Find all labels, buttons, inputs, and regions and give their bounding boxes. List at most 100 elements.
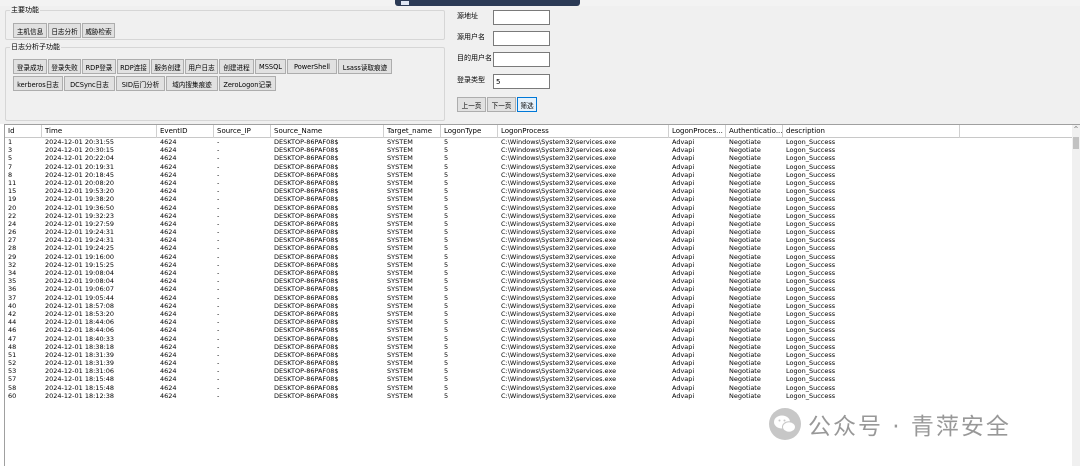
table-row[interactable]: 36 2024-12-01 19:06:07 4624 - DESKTOP-86PAF0…	[5, 285, 1073, 293]
logon-failure-button[interactable]: 登录失败	[48, 59, 81, 74]
table-row[interactable]: 58 2024-12-01 18:15:48 4624 - DESKTOP-86PAF0…	[5, 384, 1073, 392]
header-col-time[interactable]: Time	[42, 125, 157, 138]
header-col-description[interactable]: description	[783, 125, 960, 138]
cell-id: 29	[8, 252, 17, 261]
cell-logon-process-2: Advapi	[672, 350, 695, 359]
table-row[interactable]: 52 2024-12-01 18:31:39 4624 - DESKTOP-86PAF0…	[5, 359, 1073, 367]
rdp-logon-button[interactable]: RDP登录	[82, 59, 116, 74]
cell-logon-process: C:\Windows\System32\services.exe	[501, 285, 617, 294]
process-create-button[interactable]: 创建进程	[219, 59, 254, 74]
header-col-authentication[interactable]: Authenticatio...	[726, 125, 783, 138]
table-row[interactable]: 26 2024-12-01 19:24:31 4624 - DESKTOP-86PAF0…	[5, 228, 1073, 236]
log-analysis-button[interactable]: 日志分析	[48, 23, 81, 38]
cell-source-ip: -	[217, 383, 220, 392]
table-row[interactable]: 47 2024-12-01 18:40:33 4624 - DESKTOP-86PAF0…	[5, 335, 1073, 343]
table-row[interactable]: 44 2024-12-01 18:44:06 4624 - DESKTOP-86PAF0…	[5, 318, 1073, 326]
cell-id: 44	[8, 318, 17, 327]
cell-logon-process: C:\Windows\System32\services.exe	[501, 383, 617, 392]
table-row[interactable]: 51 2024-12-01 18:31:39 4624 - DESKTOP-86PAF0…	[5, 351, 1073, 359]
header-col-source-ip[interactable]: Source_IP	[214, 125, 271, 138]
table-row[interactable]: 42 2024-12-01 18:53:20 4624 - DESKTOP-86PAF0…	[5, 310, 1073, 318]
cell-event-id: 4624	[160, 367, 177, 376]
lsass-read-button[interactable]: Lsass读取痕迹	[338, 59, 392, 74]
service-create-button[interactable]: 服务创建	[151, 59, 184, 74]
table-row[interactable]: 5 2024-12-01 20:22:04 4624 - DESKTOP-86PAF08…	[5, 154, 1073, 162]
table-row[interactable]: 19 2024-12-01 19:38:20 4624 - DESKTOP-86PAF0…	[5, 195, 1073, 203]
table-row[interactable]: 3 2024-12-01 20:30:15 4624 - DESKTOP-86PAF08…	[5, 146, 1073, 154]
table-row[interactable]: 1 2024-12-01 20:31:55 4624 - DESKTOP-86PAF08…	[5, 138, 1073, 146]
cell-description: Logon_Success	[786, 326, 836, 335]
cell-source-name: DESKTOP-86PAF08$	[274, 146, 339, 155]
header-col-target-name[interactable]: Target_name	[384, 125, 441, 138]
table-row[interactable]: 37 2024-12-01 19:05:44 4624 - DESKTOP-86PAF0…	[5, 294, 1073, 302]
cell-logon-type: 5	[444, 252, 449, 261]
header-col-event-id[interactable]: EventID	[157, 125, 214, 138]
mssql-button[interactable]: MSSQL	[255, 59, 286, 74]
logon-type-input[interactable]: 5	[493, 74, 550, 89]
host-info-button[interactable]: 主机信息	[13, 23, 47, 38]
vertical-scrollbar[interactable]: ^	[1072, 125, 1080, 466]
scroll-up-icon[interactable]: ^	[1072, 126, 1080, 134]
cell-logon-process: C:\Windows\System32\services.exe	[501, 309, 617, 318]
header-col-source-name[interactable]: Source_Name	[271, 125, 384, 138]
cell-logon-type: 5	[444, 318, 449, 327]
table-row[interactable]: 32 2024-12-01 19:15:25 4624 - DESKTOP-86PAF0…	[5, 261, 1073, 269]
prev-page-button[interactable]: 上一页	[457, 97, 486, 112]
table-row[interactable]: 40 2024-12-01 18:57:08 4624 - DESKTOP-86PAF0…	[5, 302, 1073, 310]
powershell-button[interactable]: PowerShell	[287, 59, 337, 74]
cell-target-name: SYSTEM	[387, 334, 413, 343]
cell-id: 32	[8, 260, 17, 269]
sid-backdoor-button[interactable]: SID后门分析	[116, 76, 165, 91]
source-address-input[interactable]	[493, 10, 550, 25]
table-row[interactable]: 20 2024-12-01 19:36:50 4624 - DESKTOP-86PAF0…	[5, 204, 1073, 212]
header-col-logon-type[interactable]: LogonType	[441, 125, 498, 138]
zerologon-button[interactable]: ZeroLogon记录	[219, 76, 276, 91]
header-col-logon-process[interactable]: LogonProcess	[498, 125, 669, 138]
table-row[interactable]: 24 2024-12-01 19:27:59 4624 - DESKTOP-86PAF0…	[5, 220, 1073, 228]
scroll-thumb[interactable]	[1073, 137, 1079, 149]
cell-logon-type: 5	[444, 301, 449, 310]
user-log-button[interactable]: 用户日志	[185, 59, 218, 74]
cell-logon-type: 5	[444, 309, 449, 318]
table-row[interactable]: 46 2024-12-01 18:44:06 4624 - DESKTOP-86PAF0…	[5, 326, 1073, 334]
cell-id: 37	[8, 293, 17, 302]
table-row[interactable]: 34 2024-12-01 19:08:04 4624 - DESKTOP-86PAF0…	[5, 269, 1073, 277]
dcsync-log-button[interactable]: DCSync日志	[64, 76, 115, 91]
cell-id: 28	[8, 244, 17, 253]
cell-time: 2024-12-01 18:15:48	[45, 375, 115, 384]
cell-description: Logon_Success	[786, 228, 836, 237]
table-row[interactable]: 15 2024-12-01 19:53:20 4624 - DESKTOP-86PAF0…	[5, 187, 1073, 195]
table-row[interactable]: 27 2024-12-01 19:24:31 4624 - DESKTOP-86PAF0…	[5, 236, 1073, 244]
table-row[interactable]: 22 2024-12-01 19:32:23 4624 - DESKTOP-86PAF0…	[5, 212, 1073, 220]
source-user-input[interactable]	[493, 31, 550, 46]
table-row[interactable]: 11 2024-12-01 20:08:20 4624 - DESKTOP-86PAF0…	[5, 179, 1073, 187]
rdp-connect-button[interactable]: RDP连接	[117, 59, 150, 74]
cell-target-name: SYSTEM	[387, 252, 413, 261]
cell-target-name: SYSTEM	[387, 162, 413, 171]
table-row[interactable]: 48 2024-12-01 18:38:18 4624 - DESKTOP-86PAF0…	[5, 343, 1073, 351]
table-row[interactable]: 8 2024-12-01 20:18:45 4624 - DESKTOP-86PAF08…	[5, 171, 1073, 179]
logon-success-button[interactable]: 登录成功	[13, 59, 47, 74]
cell-event-id: 4624	[160, 309, 177, 318]
filter-button[interactable]: 筛选	[517, 97, 537, 112]
threat-search-button[interactable]: 威胁检索	[82, 23, 115, 38]
kerberos-log-button[interactable]: kerberos日志	[13, 76, 63, 91]
cell-description: Logon_Success	[786, 138, 836, 146]
cell-logon-process: C:\Windows\System32\services.exe	[501, 260, 617, 269]
cell-logon-type: 5	[444, 359, 449, 368]
table-row[interactable]: 60 2024-12-01 18:12:38 4624 - DESKTOP-86PAF0…	[5, 392, 1073, 400]
header-col-id[interactable]: Id	[5, 125, 42, 138]
cell-id: 40	[8, 301, 17, 310]
table-row[interactable]: 28 2024-12-01 19:24:25 4624 - DESKTOP-86PAF0…	[5, 244, 1073, 252]
table-row[interactable]: 53 2024-12-01 18:31:06 4624 - DESKTOP-86PAF0…	[5, 367, 1073, 375]
table-row[interactable]: 57 2024-12-01 18:15:48 4624 - DESKTOP-86PAF0…	[5, 375, 1073, 383]
table-row[interactable]: 7 2024-12-01 20:19:31 4624 - DESKTOP-86PAF08…	[5, 163, 1073, 171]
table-row[interactable]: 35 2024-12-01 19:08:04 4624 - DESKTOP-86PAF0…	[5, 277, 1073, 285]
next-page-button[interactable]: 下一页	[487, 97, 516, 112]
cell-id: 48	[8, 342, 17, 351]
target-user-input[interactable]	[493, 52, 550, 67]
cell-logon-type: 5	[444, 211, 449, 220]
table-row[interactable]: 29 2024-12-01 19:16:00 4624 - DESKTOP-86PAF0…	[5, 253, 1073, 261]
header-col-logon-process-2[interactable]: LogonProces...	[669, 125, 726, 138]
domain-recon-button[interactable]: 域内搜集痕迹	[166, 76, 218, 91]
